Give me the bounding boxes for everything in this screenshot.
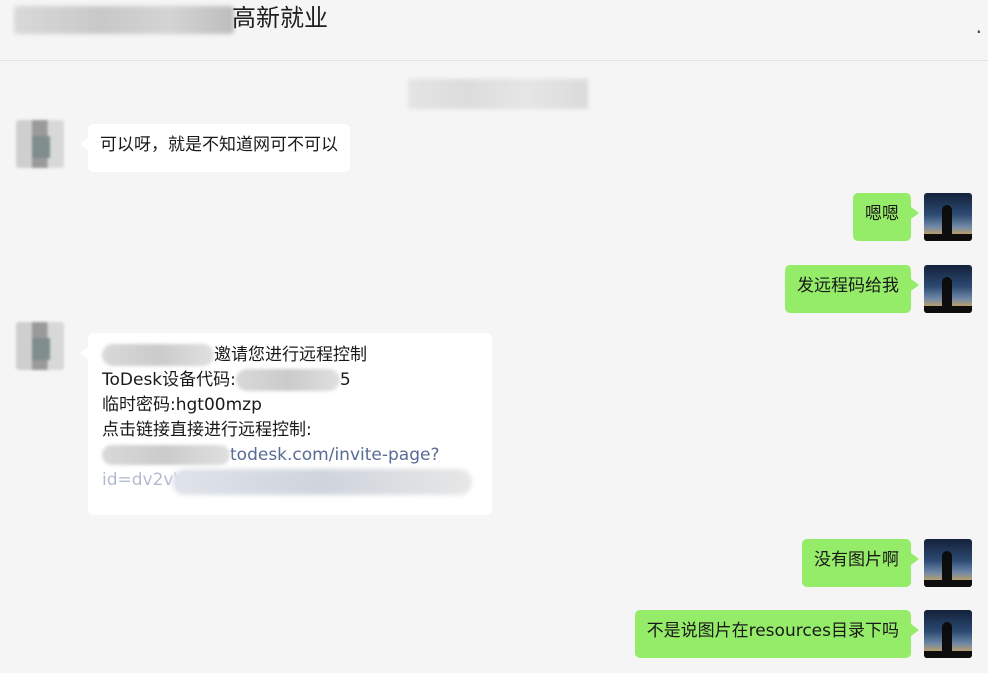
blurred-link-part (172, 469, 472, 495)
message-text: 不是说图片在resources目录下吗 (646, 621, 899, 641)
blurred-device-code (235, 369, 340, 391)
message-bubble-outgoing[interactable]: 没有图片啊 (802, 539, 919, 587)
person-silhouette-icon (942, 551, 952, 581)
message-text: 可以呀，就是不知道网可不可以 (100, 135, 338, 155)
device-code-suffix: 5 (339, 370, 351, 390)
chat-title: 高新就业 (232, 4, 328, 32)
invite-heading: 邀请您进行远程控制 (214, 345, 367, 365)
invite-link[interactable]: todesk.com/invite-page? id=dv2vWy2 (102, 443, 492, 495)
message-text: 没有图片啊 (814, 550, 899, 570)
message-bubble-outgoing[interactable]: 嗯嗯 (853, 193, 919, 241)
person-silhouette-icon (942, 205, 952, 235)
self-avatar[interactable] (924, 539, 972, 587)
message-text: 发远程码给我 (797, 276, 899, 296)
more-options-icon[interactable]: . (976, 16, 982, 36)
chat-header: 高新就业 . (0, 0, 988, 61)
device-code-label: ToDesk设备代码: (102, 370, 236, 390)
blurred-sender (102, 344, 214, 366)
message-text: 嗯嗯 (865, 204, 899, 224)
self-avatar[interactable] (924, 193, 972, 241)
message-bubble-outgoing[interactable]: 不是说图片在resources目录下吗 (634, 610, 920, 658)
blurred-contact-name (14, 6, 234, 34)
remote-invite-message[interactable]: 邀请您进行远程控制 ToDesk设备代码: 5 临时密码:hgt00mzp 点击链… (80, 333, 492, 515)
self-avatar[interactable] (924, 610, 972, 658)
contact-avatar[interactable] (16, 322, 64, 370)
person-silhouette-icon (942, 277, 952, 307)
message-bubble-outgoing[interactable]: 发远程码给我 (785, 265, 919, 313)
invite-link-text[interactable]: todesk.com/invite-page? (230, 445, 439, 465)
blurred-timestamp (408, 79, 588, 109)
self-avatar[interactable] (924, 265, 972, 313)
link-instruction: 点击链接直接进行远程控制: (102, 420, 312, 440)
temp-password: 临时密码:hgt00mzp (102, 395, 262, 415)
person-silhouette-icon (942, 622, 952, 652)
contact-avatar[interactable] (16, 120, 64, 168)
message-bubble-incoming[interactable]: 可以呀，就是不知道网可不可以 (80, 124, 350, 172)
